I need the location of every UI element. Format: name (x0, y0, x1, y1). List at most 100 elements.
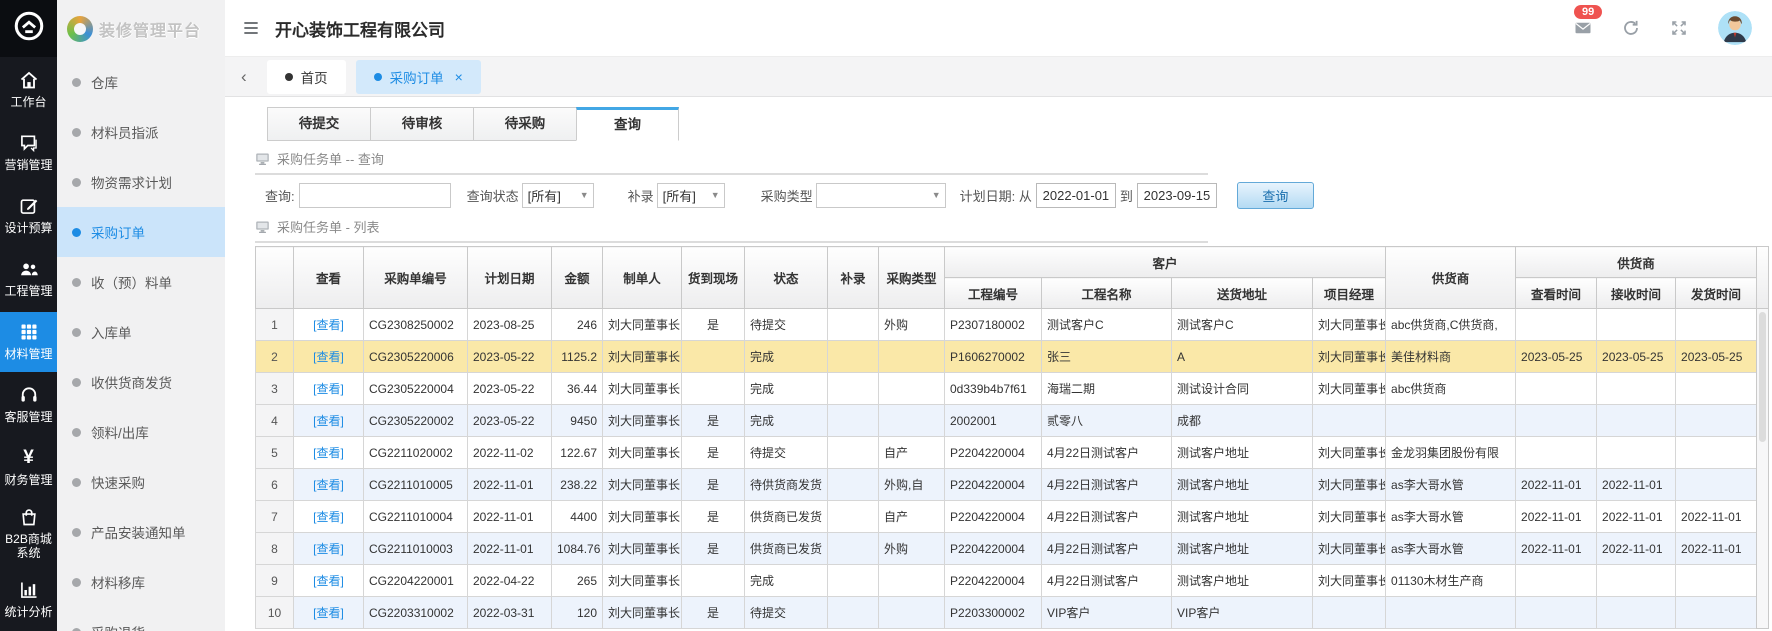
primary-nav-label: 客服管理 (4, 410, 53, 425)
fullscreen-icon[interactable] (1670, 19, 1688, 37)
cell-order-no: CG2211010003 (363, 532, 468, 565)
close-icon[interactable]: × (455, 70, 463, 84)
open-tab-1[interactable]: 首页 (266, 59, 346, 94)
tabs-back-chevron-icon[interactable]: ‹ (231, 67, 257, 87)
table-row[interactable]: 3 [查看] CG2305220004 2023-05-22 36.44 刘大同董事长 完成… (255, 372, 1758, 405)
cell-plan-date: 2022-04-22 (467, 564, 552, 597)
view-link[interactable]: [查看] (313, 414, 344, 428)
sidebar-item-8[interactable]: 领料/出库 (57, 407, 225, 457)
sidebar-item-label: 物资需求计划 (91, 176, 172, 191)
view-tab-2[interactable]: 待审核 (370, 107, 473, 141)
sidebar-item-3[interactable]: 物资需求计划 (57, 157, 225, 207)
view-tab-4[interactable]: 查询 (576, 107, 679, 141)
cell-manager: 刘大同董事长 (1311, 308, 1387, 341)
cell-supplement (827, 500, 879, 533)
column-header: 查看时间 (1515, 277, 1598, 309)
date-to-input[interactable] (1136, 182, 1217, 208)
menu-toggle-icon[interactable] (241, 18, 261, 38)
cell-plan-date: 2022-11-01 (467, 468, 552, 501)
mail-icon[interactable]: 99 (1574, 5, 1603, 37)
cell-view: [查看] (293, 532, 364, 565)
cell-status: 待供货商发货 (744, 468, 828, 501)
primary-nav-bag[interactable]: B2B商城系统 (0, 501, 57, 567)
sidebar-item-6[interactable]: 入库单 (57, 307, 225, 357)
primary-nav-grid[interactable]: 材料管理 (0, 312, 57, 372)
open-tab-2[interactable]: 采购订单 × (355, 59, 481, 94)
primary-nav-yen[interactable]: ¥ 财务管理 (0, 438, 57, 498)
sidebar-item-10[interactable]: 产品安装通知单 (57, 507, 225, 557)
sidebar-item-5[interactable]: 收（预）料单 (57, 257, 225, 307)
cell-proj-name: 4月22日测试客户 (1041, 436, 1172, 469)
view-link[interactable]: [查看] (313, 478, 344, 492)
view-link[interactable]: [查看] (313, 350, 344, 364)
cell-manager: 刘大同董事长 (1311, 500, 1387, 533)
purchase-type-select[interactable]: ▼ (815, 182, 946, 208)
sidebar-item-1[interactable]: 仓库 (57, 57, 225, 107)
bullet-icon (72, 227, 81, 237)
refresh-icon[interactable] (1622, 19, 1640, 37)
cell-supplement (827, 436, 879, 469)
cell-proj-no: P2204220004 (944, 532, 1042, 565)
sidebar-item-7[interactable]: 收供货商发货 (57, 357, 225, 407)
cell-manager: 刘大同董事长 (1311, 372, 1387, 405)
sidebar-item-4[interactable]: 采购订单 (57, 207, 225, 257)
date-from-input[interactable] (1035, 182, 1116, 208)
table-row[interactable]: 9 [查看] CG2204220001 2022-04-22 265 刘大同董事长 完成 P2… (255, 564, 1758, 597)
cell-proj-name: 海瑞二期 (1041, 372, 1172, 405)
column-header: 工程名称 (1041, 277, 1172, 309)
primary-nav-edit[interactable]: 设计预算 (0, 186, 57, 246)
view-link[interactable]: [查看] (313, 606, 344, 620)
primary-nav-chart[interactable]: 统计分析 (0, 570, 57, 630)
primary-nav-headset[interactable]: 客服管理 (0, 375, 57, 435)
primary-nav-label: 统计分析 (4, 605, 53, 620)
cell-view: [查看] (293, 564, 364, 597)
primary-nav-chat[interactable]: 营销管理 (0, 123, 57, 183)
secondary-sidebar: 装修管理平台 仓库 材料员指派 物资需求计划 采购订单 收（预）料单 入库单 收供货商发货领… (57, 0, 225, 631)
view-link[interactable]: [查看] (313, 510, 344, 524)
table-row[interactable]: 10 [查看] CG2203310002 2022-03-31 120 刘大同董事长是待提… (255, 596, 1758, 629)
table-scrollbar-thumb[interactable] (1759, 312, 1766, 442)
view-link[interactable]: [查看] (313, 446, 344, 460)
table-row[interactable]: 5 [查看] CG2211020002 2022-11-02 122.67 刘大同董事长是… (255, 436, 1758, 469)
sidebar-item-12[interactable]: 采购退货 (57, 607, 225, 631)
table-row[interactable]: 1 [查看] CG2308250002 2023-08-25 246 刘大同董事长是待提交… (255, 308, 1758, 341)
app-logo[interactable] (0, 0, 57, 57)
cell-order-no: CG2305220002 (363, 404, 468, 437)
chart-icon (19, 580, 39, 600)
cell-proj-name: VIP客户 (1041, 596, 1172, 629)
table-row[interactable]: 8 [查看] CG2211010003 2022-11-01 1084.76 刘大同董事长… (255, 532, 1758, 565)
view-tab-3[interactable]: 待采购 (473, 107, 576, 141)
primary-nav-users[interactable]: 工程管理 (0, 249, 57, 309)
table-row[interactable]: 4 [查看] CG2305220002 2023-05-22 9450 刘大同董事长是完成… (255, 404, 1758, 437)
query-input[interactable] (298, 182, 451, 208)
primary-nav-home[interactable]: 工作台 (0, 60, 57, 120)
cell-address: 测试设计合同 (1171, 372, 1313, 405)
cell-view-time: 2022-11-01 (1515, 468, 1598, 501)
cell-purchase-type: 自产 (878, 436, 945, 469)
column-header: 采购类型 (878, 246, 945, 309)
view-link[interactable]: [查看] (313, 574, 344, 588)
sidebar-item-11[interactable]: 材料移库 (57, 557, 225, 607)
view-tabs: 待提交 待审核 待采购 查询 (267, 107, 1767, 141)
cell-purchase-type: 自产 (878, 500, 945, 533)
view-link[interactable]: [查看] (313, 542, 344, 556)
view-link[interactable]: [查看] (313, 318, 344, 332)
cell-supplier: 美佳材料商 (1385, 340, 1517, 373)
cell-order-no: CG2305220006 (363, 340, 468, 373)
view-tab-1[interactable]: 待提交 (267, 107, 370, 141)
user-avatar[interactable] (1718, 11, 1752, 45)
cell-on-site: 是 (681, 308, 745, 341)
supplement-select[interactable]: [所有] ▼ (656, 182, 725, 208)
status-select[interactable]: [所有] ▼ (521, 182, 594, 208)
sidebar-item-label: 仓库 (91, 76, 118, 91)
table-row[interactable]: 6 [查看] CG2211010005 2022-11-01 238.22 刘大同董事长是… (255, 468, 1758, 501)
view-link[interactable]: [查看] (313, 382, 344, 396)
search-button[interactable]: 查询 (1236, 181, 1314, 209)
table-scrollbar[interactable] (1756, 246, 1769, 629)
table-row[interactable]: 7 [查看] CG2211010004 2022-11-01 4400 刘大同董事长是供货… (255, 500, 1758, 533)
sidebar-item-2[interactable]: 材料员指派 (57, 107, 225, 157)
table-row[interactable]: 2 [查看] CG2305220006 2023-05-22 1125.2 刘大同董事长完… (255, 340, 1758, 373)
cell-creator: 刘大同董事长 (602, 532, 682, 565)
sidebar-item-9[interactable]: 快速采购 (57, 457, 225, 507)
sidebar-item-label: 收（预）料单 (91, 276, 172, 291)
